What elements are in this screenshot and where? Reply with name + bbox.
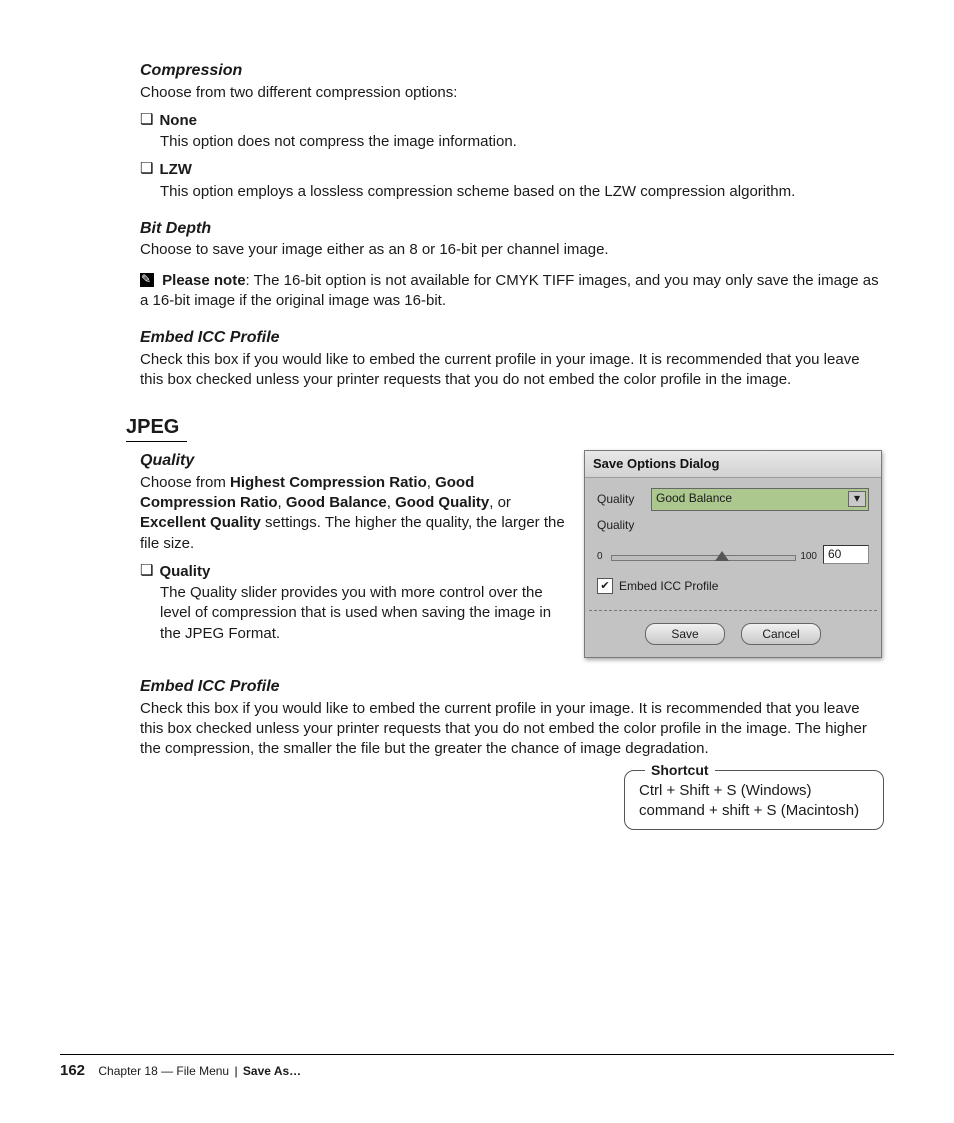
text-bitdepth: Choose to save your image either as an 8…	[140, 240, 884, 260]
heading-quality: Quality	[140, 450, 566, 472]
bullet-icon: ❏	[140, 111, 153, 131]
save-options-dialog: Save Options Dialog Quality Good Balance…	[584, 450, 882, 658]
shortcut-mac: command + shift + S (Macintosh)	[639, 801, 869, 821]
embed-icc-checkbox[interactable]: ✔	[597, 578, 613, 594]
bullet-none: ❏ None	[140, 111, 884, 131]
t: ,	[427, 474, 435, 491]
quality-value-input[interactable]: 60	[823, 545, 869, 564]
text-icc: Check this box if you would like to embe…	[140, 350, 884, 391]
embed-icc-label: Embed ICC Profile	[619, 578, 718, 594]
shortcut-legend: Shortcut	[645, 761, 715, 780]
bullet-icon: ❏	[140, 160, 153, 180]
t: Choose from	[140, 474, 230, 491]
bullet-icon: ❏	[140, 562, 153, 582]
bullet-title: None	[159, 111, 197, 131]
text-quality: Choose from Highest Compression Ratio, G…	[140, 473, 566, 554]
t: ,	[278, 494, 286, 511]
footer-sep: |	[234, 1064, 240, 1078]
slider-min: 0	[597, 550, 607, 564]
heading-bitdepth: Bit Depth	[140, 218, 884, 240]
bullet-desc-none: This option does not compress the image …	[160, 132, 884, 152]
bullet-desc-lzw: This option employs a lossless compressi…	[160, 182, 884, 202]
bullet-quality: ❏ Quality	[140, 562, 566, 582]
text-icc2: Check this box if you would like to embe…	[140, 699, 884, 760]
bullet-title: Quality	[159, 562, 210, 582]
quality-dropdown-value: Good Balance	[656, 491, 732, 505]
note-label: Please note	[162, 272, 245, 289]
t: Good Quality	[395, 494, 489, 511]
bullet-lzw: ❏ LZW	[140, 160, 884, 180]
heading-compression: Compression	[140, 60, 884, 82]
slider-label: Quality	[597, 517, 651, 533]
quality-slider[interactable]	[611, 555, 796, 561]
heading-icc2: Embed ICC Profile	[140, 676, 884, 698]
t: , or	[489, 494, 511, 511]
note-bitdepth: Please note: The 16-bit option is not av…	[140, 271, 884, 312]
heading-icc: Embed ICC Profile	[140, 327, 884, 349]
cancel-button[interactable]: Cancel	[741, 623, 821, 645]
slider-max: 100	[800, 550, 817, 564]
dialog-separator	[589, 610, 877, 611]
slider-thumb-icon[interactable]	[715, 551, 729, 561]
t: ,	[387, 494, 395, 511]
page-footer: 162 Chapter 18 — File Menu | Save As…	[60, 1054, 894, 1081]
shortcut-windows: Ctrl + Shift + S (Windows)	[639, 781, 869, 801]
footer-chapter: Chapter 18 — File Menu	[98, 1064, 229, 1078]
bullet-desc-quality: The Quality slider provides you with mor…	[160, 583, 566, 644]
quality-label: Quality	[597, 491, 651, 507]
chevron-down-icon[interactable]: ▾	[848, 491, 866, 507]
t: Good Balance	[286, 494, 387, 511]
note-icon	[140, 273, 154, 287]
footer-section: Save As…	[243, 1064, 301, 1078]
quality-dropdown[interactable]: Good Balance ▾	[651, 488, 869, 511]
dialog-title: Save Options Dialog	[585, 451, 881, 478]
save-button[interactable]: Save	[645, 623, 725, 645]
heading-jpeg: JPEG	[126, 414, 187, 442]
text-compression: Choose from two different compression op…	[140, 83, 884, 103]
t: Highest Compression Ratio	[230, 474, 427, 491]
note-text: : The 16-bit option is not available for…	[140, 272, 879, 309]
page-number: 162	[60, 1062, 85, 1079]
t: Excellent Quality	[140, 514, 261, 531]
bullet-title: LZW	[159, 160, 191, 180]
shortcut-box: Shortcut Ctrl + Shift + S (Windows) comm…	[624, 770, 884, 831]
